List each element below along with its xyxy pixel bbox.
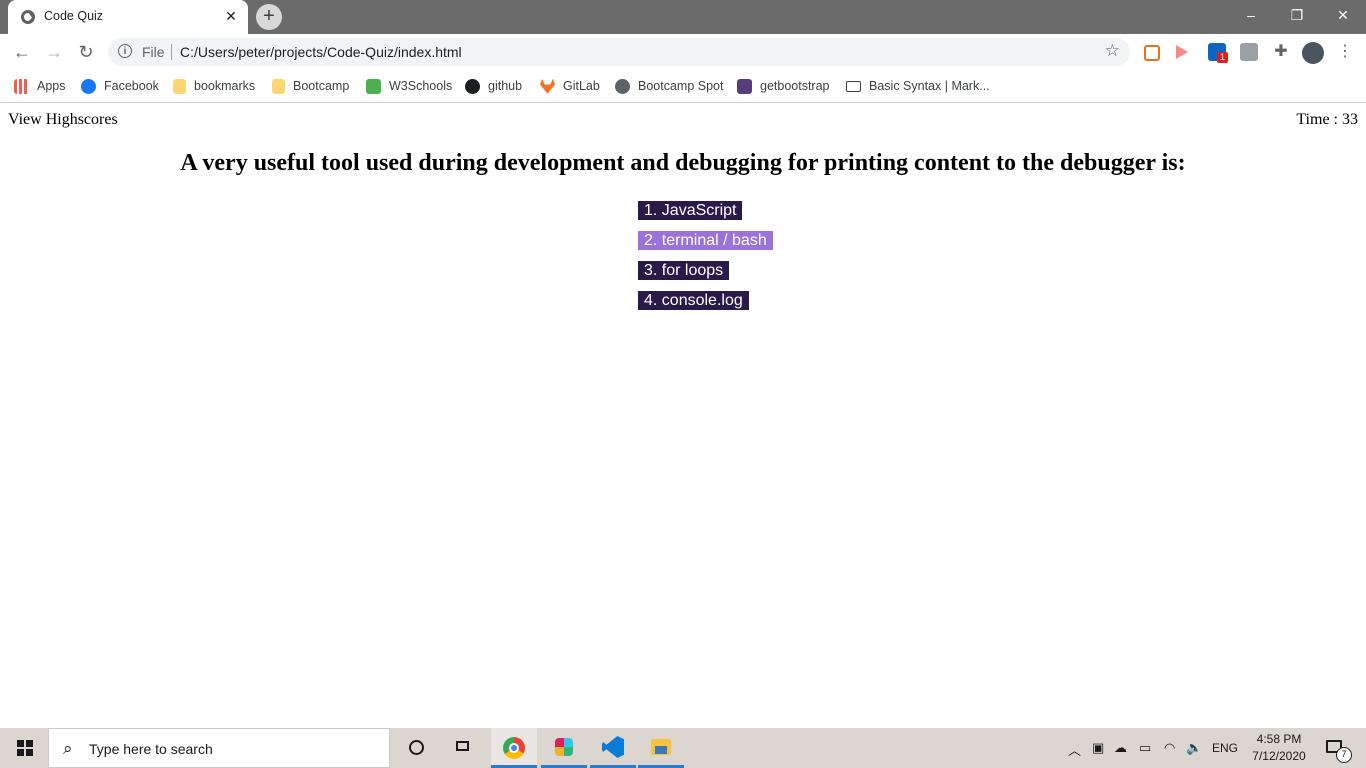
facebook-icon	[81, 78, 96, 94]
volume-icon[interactable]: 🔈	[1186, 740, 1202, 756]
notification-count-badge: 7	[1336, 747, 1352, 763]
bookmarks-bar: Apps Facebook bookmarks Bootcamp W3Schoo…	[0, 70, 1366, 103]
language-indicator[interactable]: ENG	[1212, 741, 1238, 755]
bookmark-basic-syntax[interactable]: Basic Syntax | Mark...	[846, 77, 990, 95]
bookmark-label: getbootstrap	[760, 79, 830, 93]
task-view-icon[interactable]	[441, 728, 487, 768]
vscode-taskbar-icon[interactable]	[590, 728, 636, 768]
w3schools-icon	[366, 78, 381, 94]
close-tab-icon[interactable]: ✕	[222, 7, 240, 25]
apps-grid-icon	[14, 78, 29, 94]
more-menu-icon[interactable]: ⋮	[1336, 43, 1354, 61]
extension-layout-icon[interactable]	[1144, 45, 1160, 61]
forward-button[interactable]: →	[42, 40, 66, 64]
bookmark-star-icon[interactable]: ☆	[1105, 41, 1120, 61]
search-icon: ⌕	[63, 739, 73, 758]
slack-taskbar-icon[interactable]	[541, 728, 587, 768]
profile-avatar[interactable]	[1302, 42, 1324, 64]
info-icon[interactable]: i	[118, 44, 132, 58]
bookmark-facebook[interactable]: Facebook	[81, 77, 159, 95]
answer-button[interactable]: 1. JavaScript	[638, 201, 743, 220]
meet-now-icon[interactable]: ▣	[1092, 740, 1104, 756]
bookmark-label: Facebook	[104, 79, 159, 93]
browser-tab[interactable]: Code Quiz ✕	[8, 0, 248, 34]
bookmark-label: Bootcamp Spot	[638, 79, 724, 93]
reload-button[interactable]: ↻	[74, 40, 98, 64]
browser-toolbar: ← → ↻ i File C:/Users/peter/projects/Cod…	[0, 34, 1366, 70]
folder-icon	[173, 78, 186, 94]
cortana-icon[interactable]	[394, 728, 440, 768]
bookmark-bookmarks[interactable]: bookmarks	[173, 77, 255, 95]
search-placeholder: Type here to search	[89, 741, 213, 757]
gitlab-icon	[540, 78, 555, 94]
linkedin-extension-icon[interactable]: 1	[1208, 43, 1228, 63]
bookmark-label: Basic Syntax | Mark...	[869, 79, 990, 93]
bookmark-label: W3Schools	[389, 79, 453, 93]
bookmark-bootcamp[interactable]: Bootcamp	[272, 77, 349, 95]
divider	[171, 44, 172, 60]
url-text[interactable]: C:/Users/peter/projects/Code-Quiz/index.…	[180, 44, 462, 60]
question-text: A very useful tool used during developme…	[180, 150, 1186, 176]
clock-time: 4:58 PM	[1256, 732, 1302, 746]
onedrive-cloud-icon[interactable]: ☁	[1114, 740, 1127, 756]
address-bar[interactable]: i File C:/Users/peter/projects/Code-Quiz…	[108, 38, 1130, 66]
clock[interactable]: 4:58 PM 7/12/2020	[1244, 731, 1314, 765]
scheme-label: File	[142, 44, 165, 60]
bookmark-label: Bootcamp	[293, 79, 350, 93]
download-extension-icon[interactable]	[1240, 43, 1258, 61]
extensions-puzzle-icon[interactable]: ✚	[1272, 43, 1290, 61]
new-tab-button[interactable]: +	[256, 4, 282, 30]
restore-button[interactable]: ❐	[1274, 0, 1320, 30]
notification-center-icon[interactable]: 7	[1316, 728, 1356, 768]
taskbar-search-box[interactable]: ⌕ Type here to search	[48, 728, 390, 768]
bookmark-bootcamp-spot[interactable]: Bootcamp Spot	[615, 77, 723, 95]
windows-start-icon[interactable]	[17, 740, 33, 756]
back-button[interactable]: ←	[10, 40, 34, 64]
wifi-icon[interactable]: ◠	[1164, 740, 1175, 756]
view-highscores-link[interactable]: View Highscores	[8, 111, 118, 129]
bookmark-label: github	[488, 79, 523, 93]
bookmark-label: bookmarks	[194, 79, 256, 93]
bookmark-w3schools[interactable]: W3Schools	[366, 77, 452, 95]
bookmark-github[interactable]: github	[465, 77, 522, 95]
chrome-taskbar-icon[interactable]	[491, 728, 537, 768]
close-window-button[interactable]: ✕	[1320, 0, 1366, 30]
notification-badge: 1	[1217, 52, 1228, 63]
answer-button[interactable]: 2. terminal / bash	[638, 231, 773, 250]
show-hidden-icons-chevron[interactable]: ︿	[1068, 740, 1081, 759]
clock-date: 7/12/2020	[1252, 749, 1306, 763]
browser-title-bar: Code Quiz ✕ + – ❐ ✕	[0, 0, 1366, 34]
minimize-button[interactable]: –	[1228, 0, 1274, 30]
extension-play-icon[interactable]	[1176, 45, 1188, 59]
markdown-icon	[846, 80, 861, 92]
globe-icon	[21, 10, 35, 24]
bookmark-getbootstrap[interactable]: getbootstrap	[737, 77, 830, 95]
timer: Time : 33	[1296, 111, 1358, 128]
page-content: View Highscores Time : 33 A very useful …	[0, 103, 1366, 728]
battery-icon[interactable]: ▭	[1139, 740, 1151, 756]
globe-icon	[615, 78, 630, 94]
bookmark-label: Apps	[37, 79, 66, 93]
answer-button[interactable]: 4. console.log	[638, 291, 749, 310]
tab-title: Code Quiz	[44, 9, 104, 23]
github-icon	[465, 78, 480, 94]
bootstrap-icon	[737, 78, 752, 94]
bookmark-apps[interactable]: Apps	[14, 77, 66, 95]
folder-icon	[272, 78, 285, 94]
bookmark-gitlab[interactable]: GitLab	[540, 77, 600, 95]
file-explorer-taskbar-icon[interactable]	[638, 728, 684, 768]
answer-button[interactable]: 3. for loops	[638, 261, 730, 280]
taskbar: ⌕ Type here to search ︿ ▣ ☁ ▭ ◠ 🔈 ENG 4:…	[0, 728, 1366, 768]
answer-list: 1. JavaScript 2. terminal / bash 3. for …	[638, 201, 773, 321]
bookmark-label: GitLab	[563, 79, 600, 93]
